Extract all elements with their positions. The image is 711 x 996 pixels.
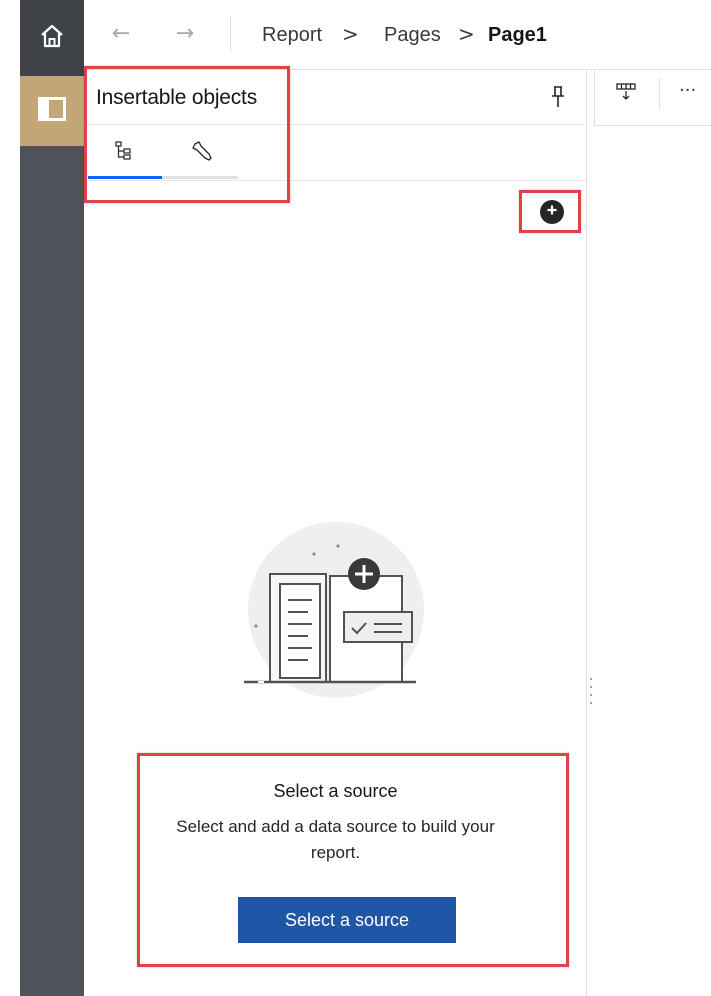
home-icon [38,22,66,55]
insert-column-icon [615,82,637,107]
panel-splitter[interactable] [586,126,587,996]
breadcrumb-separator: > [458,22,475,46]
toolbar-divider [230,16,231,52]
breadcrumb-separator: > [342,22,359,46]
insert-column-button[interactable] [613,82,639,106]
panel-toggle-icon [37,96,67,127]
toolbar-divider [659,78,660,110]
arrow-left-icon: ← [111,20,131,46]
app-window: ← → Report > Pages > Page1 Insertable ob… [0,0,711,996]
left-rail [20,0,84,996]
back-button[interactable]: ← [106,18,136,48]
insertable-objects-toggle[interactable] [20,76,84,146]
top-bar: ← → Report > Pages > Page1 [84,0,711,70]
resize-handle-icon[interactable] [589,678,593,704]
breadcrumb-item-current: Page1 [488,24,547,46]
breadcrumb-item-report[interactable]: Report [262,24,322,47]
highlight-add-button [519,190,581,233]
arrow-right-icon: → [175,20,195,46]
highlight-select-source [137,753,569,967]
overflow-menu-button[interactable]: ··· [679,80,696,101]
empty-state-illustration [234,520,434,720]
pin-icon [550,85,566,114]
home-button[interactable] [20,0,84,76]
breadcrumb-item-pages[interactable]: Pages [384,24,441,47]
highlight-insertable-objects [84,66,290,203]
right-toolbar: ··· [594,70,711,126]
forward-button[interactable]: → [170,18,200,48]
pin-button[interactable] [546,84,570,114]
